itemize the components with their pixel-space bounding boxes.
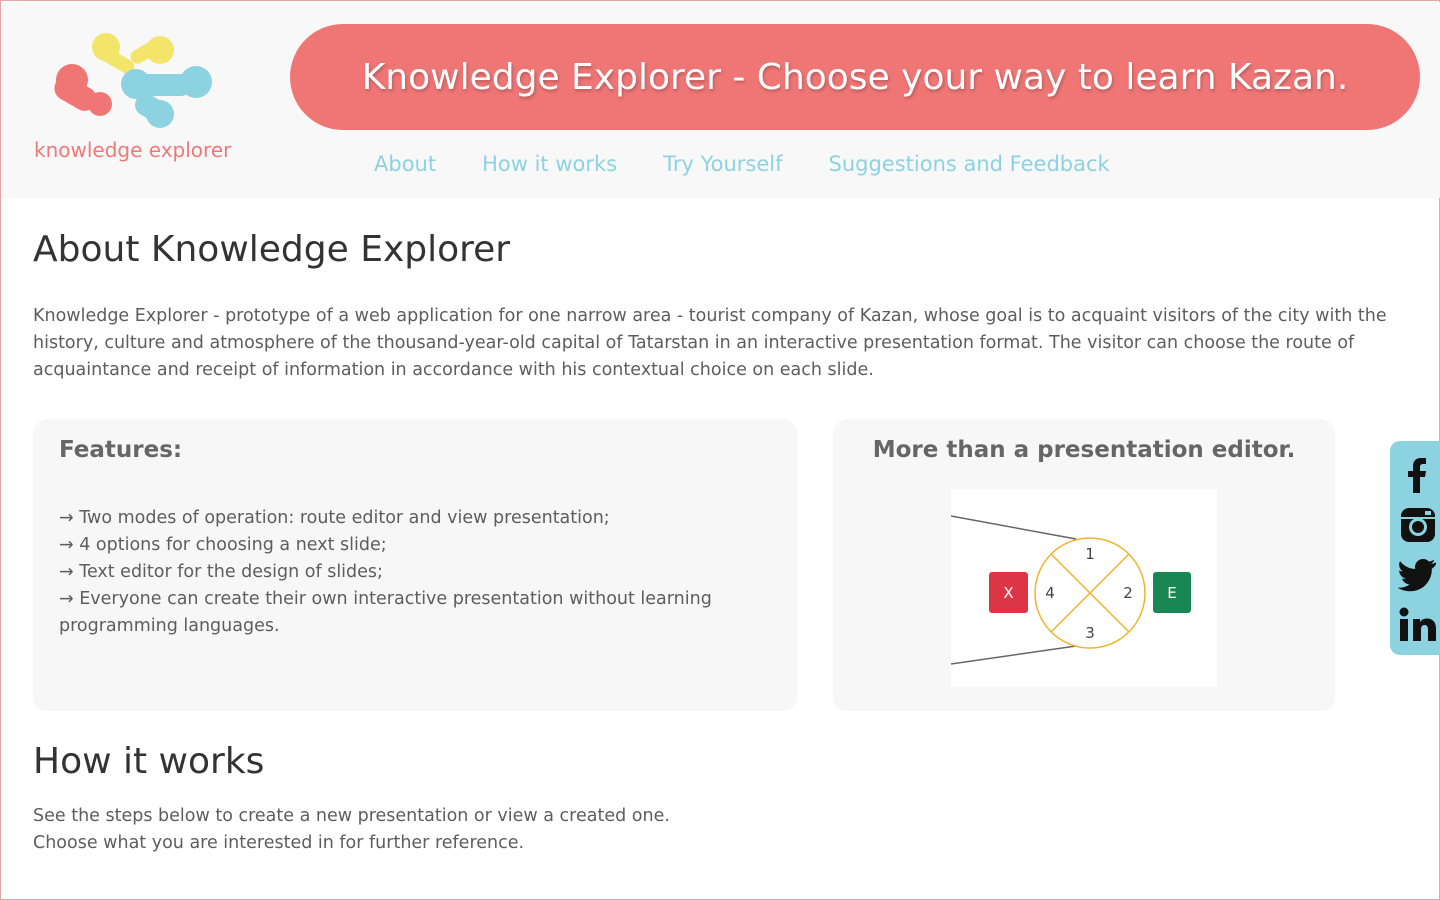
how-line-2: Choose what you are interested in for fu… bbox=[33, 833, 525, 853]
option-2: 2 bbox=[1123, 584, 1133, 602]
exit-label: X bbox=[1003, 584, 1013, 602]
twitter-icon[interactable] bbox=[1398, 555, 1438, 595]
logo-text[interactable]: knowledge explorer bbox=[34, 138, 231, 162]
route-line-bottom bbox=[951, 645, 1077, 665]
instagram-icon[interactable] bbox=[1398, 505, 1438, 545]
editor-card-title: More than a presentation editor. bbox=[872, 437, 1296, 463]
option-1: 1 bbox=[1085, 545, 1095, 563]
about-title: About Knowledge Explorer bbox=[33, 229, 511, 270]
banner-title: Knowledge Explorer - Choose your way to … bbox=[361, 56, 1349, 98]
main-nav: About How it works Try Yourself Suggesti… bbox=[374, 152, 1110, 176]
feature-item: → Text editor for the design of slides; bbox=[59, 562, 383, 582]
nav-suggestions-feedback[interactable]: Suggestions and Feedback bbox=[829, 152, 1110, 176]
features-title: Features: bbox=[59, 437, 183, 463]
about-text: Knowledge Explorer - prototype of a web … bbox=[33, 306, 1387, 380]
features-card: Features: → Two modes of operation: rout… bbox=[33, 419, 797, 711]
feature-item: → 4 options for choosing a next slide; bbox=[59, 535, 387, 555]
how-title: How it works bbox=[33, 741, 265, 782]
route-line-top bbox=[951, 515, 1077, 540]
enter-label: E bbox=[1167, 584, 1176, 602]
linkedin-icon[interactable] bbox=[1398, 605, 1438, 645]
option-3: 3 bbox=[1085, 624, 1095, 642]
feature-item: → Two modes of operation: route editor a… bbox=[59, 508, 610, 528]
option-4: 4 bbox=[1045, 584, 1055, 602]
slide-route-diagram: 1 2 3 4 X E bbox=[951, 489, 1217, 687]
how-line-1: See the steps below to create a new pres… bbox=[33, 806, 670, 826]
how-text: See the steps below to create a new pres… bbox=[33, 803, 670, 857]
social-sidebar bbox=[1390, 441, 1440, 655]
feature-item: → Everyone can create their own interact… bbox=[59, 589, 712, 636]
banner: Knowledge Explorer - Choose your way to … bbox=[290, 24, 1420, 130]
nav-try-yourself[interactable]: Try Yourself bbox=[663, 152, 782, 176]
features-list: → Two modes of operation: route editor a… bbox=[59, 505, 749, 640]
nav-about[interactable]: About bbox=[374, 152, 436, 176]
editor-card: More than a presentation editor. 1 2 3 4… bbox=[833, 419, 1335, 711]
nav-how-it-works[interactable]: How it works bbox=[482, 152, 617, 176]
site-header: knowledge explorer Knowledge Explorer - … bbox=[2, 2, 1440, 198]
facebook-icon[interactable] bbox=[1398, 455, 1438, 495]
